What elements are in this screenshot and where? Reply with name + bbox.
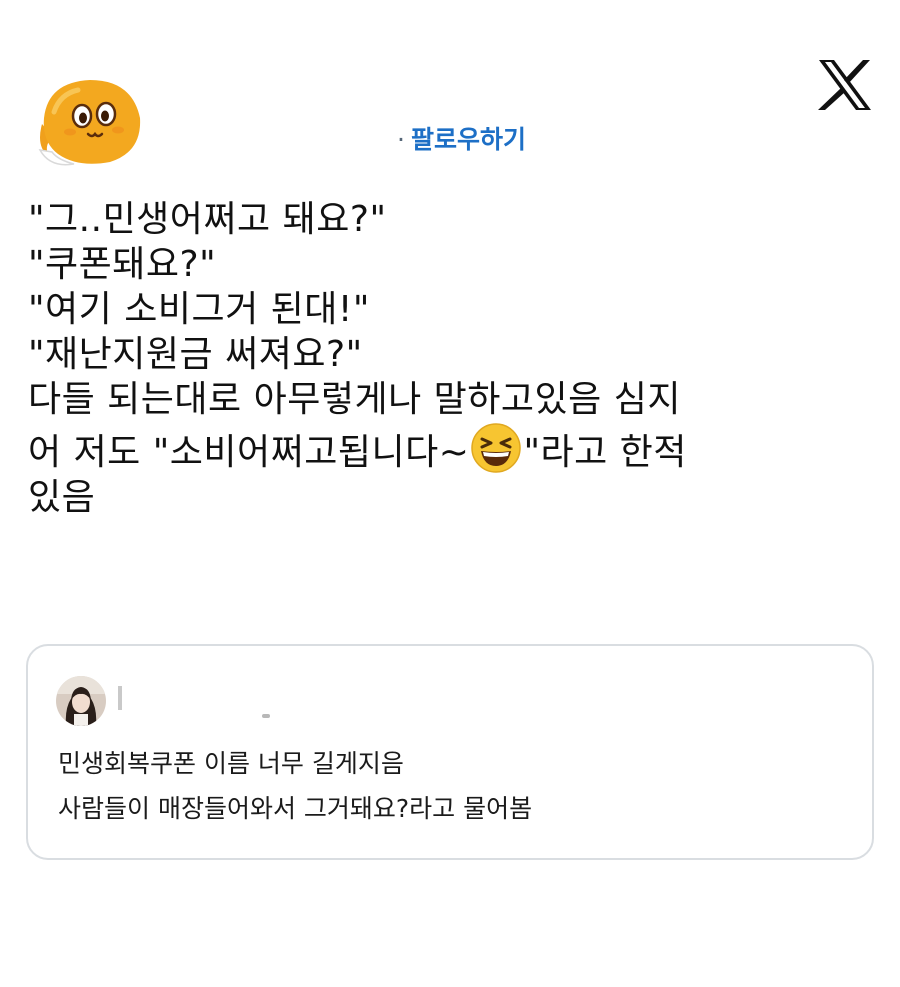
quoted-line: 사람들이 매장들어와서 그거돼요?라고 물어봄: [58, 794, 533, 823]
user-photo-avatar-icon: [56, 676, 106, 726]
post-line-part: "라고 한적: [523, 432, 687, 473]
post-line: "그..민생어쩌고 돼요?": [28, 199, 387, 240]
quoted-line: 민생회복쿠폰 이름 너무 길게지음: [58, 749, 404, 778]
post-line: "여기 소비그거 된대!": [28, 289, 370, 330]
x-logo-icon[interactable]: [817, 60, 873, 110]
quoted-handle-blurred: [262, 714, 270, 718]
quoted-user-avatar[interactable]: [56, 676, 106, 726]
author-avatar[interactable]: [34, 72, 146, 172]
follow-button[interactable]: · 팔로우하기: [397, 120, 526, 156]
post-line: 다들 되는대로 아무렇게나 말하고있음 심지: [28, 379, 681, 420]
separator-dot: ·: [397, 125, 405, 154]
post-line-part: 어 저도 "소비어쩌고됩니다~: [28, 432, 470, 473]
mascot-avatar-icon: [38, 80, 141, 166]
post-line: "쿠폰돼요?": [28, 244, 217, 285]
post-line: "재난지원금 써져요?": [28, 334, 363, 375]
follow-label: 팔로우하기: [410, 125, 526, 154]
post-line: 있음: [28, 477, 96, 518]
x-logo-svg: [818, 60, 871, 110]
quoted-post-text: 민생회복쿠폰 이름 너무 길게지음 사람들이 매장들어와서 그거돼요?라고 물어…: [58, 741, 532, 831]
quoted-post-card[interactable]: 민생회복쿠폰 이름 너무 길게지음 사람들이 매장들어와서 그거돼요?라고 물어…: [26, 644, 874, 860]
grinning-squinting-face-icon: [470, 422, 522, 474]
post-text: "그..민생어쩌고 돼요?" "쿠폰돼요?" "여기 소비그거 된대!" "재난…: [28, 197, 868, 520]
post-line-with-emoji: 어 저도 "소비어쩌고됩니다~ "라고 한적: [28, 422, 868, 475]
quoted-username-blurred: [118, 686, 122, 710]
